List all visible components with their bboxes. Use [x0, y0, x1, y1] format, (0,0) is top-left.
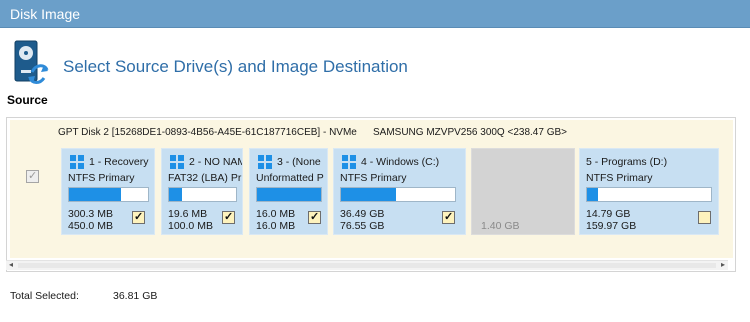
- partition-used: 16.0 MB: [256, 208, 296, 220]
- partition-checkbox[interactable]: [222, 210, 235, 224]
- partition-name: 4 - Windows (C:): [361, 156, 440, 168]
- windows-icon: [170, 155, 184, 169]
- total-selected-label: Total Selected:: [10, 290, 79, 302]
- disk-name: GPT Disk 2 [15268DE1-0893-4B56-A45E-61C1…: [58, 127, 357, 138]
- partition-name: 2 - NO NAM: [189, 156, 242, 168]
- partition-name: 5 - Programs (D:): [586, 156, 668, 168]
- partition-checkbox[interactable]: [442, 210, 455, 224]
- usage-fill: [169, 188, 183, 201]
- disk-image-icon: [14, 40, 50, 90]
- partition-checkbox[interactable]: [698, 211, 711, 224]
- title-bar: Disk Image: [0, 0, 750, 28]
- partition-used: 36.49 GB: [340, 208, 385, 220]
- usage-bar: [586, 187, 712, 202]
- usage-bar: [68, 187, 149, 202]
- partition-checkbox[interactable]: [132, 210, 145, 224]
- partition-filesystem: FAT32 (LBA) Pr: [168, 172, 242, 184]
- usage-bar: [256, 187, 322, 202]
- disk-model: SAMSUNG MZVPV256 300Q <238.47 GB>: [373, 127, 567, 138]
- unallocated-size: 1.40 GB: [481, 220, 520, 232]
- partition-used: 14.79 GB: [586, 208, 631, 220]
- partition-none[interactable]: 3 - (None Unformatted P 16.0 MB 16.0 MB: [249, 148, 328, 235]
- usage-fill: [69, 188, 122, 201]
- scrollbar-thumb[interactable]: [18, 263, 716, 268]
- page-title: Select Source Drive(s) and Image Destina…: [63, 57, 408, 76]
- partition-filesystem: NTFS Primary: [586, 172, 653, 184]
- partition-name: 3 - (None: [277, 156, 321, 168]
- windows-icon: [342, 155, 356, 169]
- partition-used: 19.6 MB: [168, 208, 208, 220]
- partition-total: 16.0 MB: [256, 220, 296, 232]
- partition-filesystem: Unformatted P: [256, 172, 324, 184]
- usage-fill: [587, 188, 599, 201]
- usage-fill: [257, 188, 321, 201]
- partition-programs[interactable]: 5 - Programs (D:) NTFS Primary 14.79 GB …: [579, 148, 719, 235]
- partition-recovery[interactable]: 1 - Recovery ( NTFS Primary 300.3 MB 450…: [61, 148, 155, 235]
- unallocated-space: 1.40 GB: [471, 148, 575, 235]
- window-title: Disk Image: [10, 6, 81, 22]
- scroll-left-icon[interactable]: ◂: [9, 260, 13, 269]
- windows-icon: [70, 155, 84, 169]
- partition-no-name[interactable]: 2 - NO NAM FAT32 (LBA) Pr 19.6 MB 100.0 …: [161, 148, 243, 235]
- partition-windows[interactable]: 4 - Windows (C:) NTFS Primary 36.49 GB 7…: [333, 148, 466, 235]
- total-selected-value: 36.81 GB: [113, 290, 158, 302]
- windows-icon: [258, 155, 272, 169]
- partition-name: 1 - Recovery (: [89, 156, 152, 168]
- scroll-right-icon[interactable]: ▸: [721, 260, 725, 269]
- partition-used: 300.3 MB: [68, 208, 113, 220]
- partition-filesystem: NTFS Primary: [340, 172, 407, 184]
- source-label: Source: [7, 93, 48, 107]
- usage-bar: [168, 187, 237, 202]
- horizontal-scrollbar[interactable]: ◂ ▸: [6, 260, 728, 270]
- usage-bar: [340, 187, 456, 202]
- disk-info: GPT Disk 2 [15268DE1-0893-4B56-A45E-61C1…: [58, 127, 567, 138]
- partition-total: 100.0 MB: [168, 220, 213, 232]
- partition-filesystem: NTFS Primary: [68, 172, 135, 184]
- partition-total: 450.0 MB: [68, 220, 113, 232]
- disk-select-checkbox[interactable]: [26, 169, 39, 183]
- partition-checkbox[interactable]: [308, 210, 321, 224]
- usage-fill: [341, 188, 396, 201]
- partition-total: 159.97 GB: [586, 220, 637, 232]
- partition-total: 76.55 GB: [340, 220, 385, 232]
